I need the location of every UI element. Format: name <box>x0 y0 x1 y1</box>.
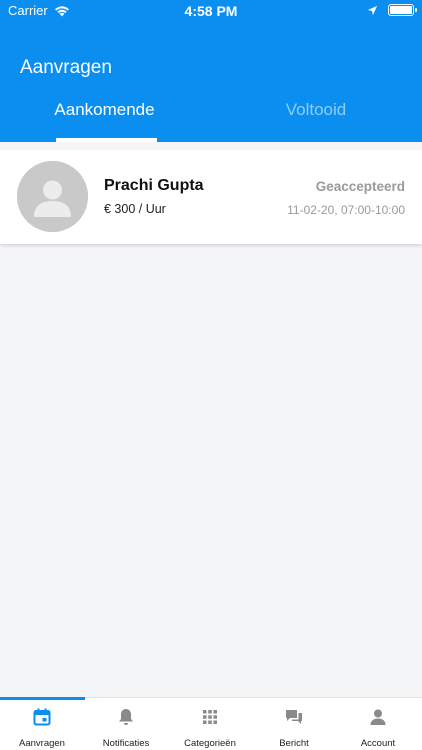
nav-notificaties[interactable]: Notificaties <box>84 698 168 750</box>
app-header: Carrier 4:58 PM Aanvragen Aankomende Vol… <box>0 0 422 142</box>
chat-icon <box>286 710 302 724</box>
tab-aankomende-label: Aankomende <box>54 100 155 119</box>
bell-icon <box>119 709 133 725</box>
nav-aanvragen[interactable]: Aanvragen <box>0 698 84 750</box>
avatar <box>17 161 88 232</box>
nav-categorieen-label: Categorieën <box>184 738 236 749</box>
status-right <box>367 4 417 16</box>
status-bar: Carrier 4:58 PM <box>0 0 422 24</box>
tab-voltooid-label: Voltooid <box>285 100 347 119</box>
person-icon <box>370 709 386 725</box>
nav-notificaties-label: Notificaties <box>102 738 150 749</box>
nav-bericht[interactable]: Bericht <box>252 698 336 750</box>
request-card[interactable]: Prachi Gupta € 300 / Uur Geaccepteerd 11… <box>0 150 422 244</box>
tab-bar: Aankomende Voltooid <box>0 96 422 142</box>
bottom-nav: Aanvragen Notificaties Categorieën Beric… <box>0 697 422 750</box>
status-time: 4:58 PM <box>184 3 238 19</box>
tab-aankomende[interactable]: Aankomende <box>52 96 157 142</box>
active-tab-indicator <box>56 138 157 142</box>
nav-aanvragen-label: Aanvragen <box>19 738 65 749</box>
location-arrow-icon <box>367 5 378 15</box>
requester-name: Prachi Gupta <box>104 177 204 194</box>
status-badge: Geaccepteerd <box>315 179 405 194</box>
nav-account-label: Account <box>360 738 396 749</box>
nav-bericht-label: Bericht <box>279 738 309 749</box>
nav-account[interactable]: Account <box>336 698 420 750</box>
calendar-icon <box>33 708 51 726</box>
tab-voltooid[interactable]: Voltooid <box>268 96 364 142</box>
request-datetime: 11-02-20, 07:00-10:00 <box>287 203 405 217</box>
battery-icon <box>388 4 417 16</box>
hourly-rate: € 300 / Uur <box>104 202 166 216</box>
nav-categorieen[interactable]: Categorieën <box>168 698 252 750</box>
page-title: Aanvragen <box>20 57 112 78</box>
default-user-avatar-icon <box>17 161 88 232</box>
grid-icon <box>203 710 217 724</box>
